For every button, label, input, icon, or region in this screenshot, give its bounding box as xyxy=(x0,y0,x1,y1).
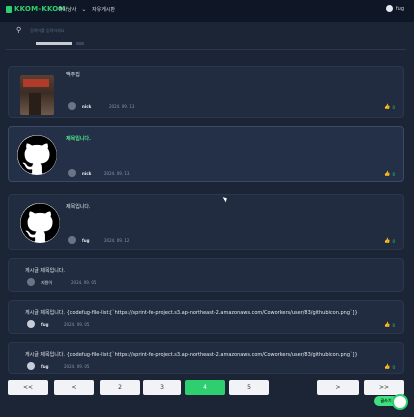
search-icon[interactable]: ⚲ xyxy=(16,26,21,34)
photo-door xyxy=(29,93,41,115)
post-title[interactable]: 맥주집 xyxy=(66,71,80,78)
post-author: fug xyxy=(82,238,90,243)
post-date: 2024. 09. 13 xyxy=(104,171,130,176)
nav-link-free-board[interactable]: 자유게시판 xyxy=(92,6,115,13)
like-count-value: 0 xyxy=(392,104,395,110)
team-dropdown-label: 여사냥사 xyxy=(58,7,77,13)
like-count-value: 0 xyxy=(392,238,395,244)
write-post-fab[interactable]: 글쓰기 xyxy=(372,394,408,414)
post-card[interactable]: 맥주집 nick 2024. 09. 13 👍 0 xyxy=(8,66,404,118)
logo[interactable]: KKOM-KKOM xyxy=(6,5,66,13)
avatar xyxy=(68,169,76,177)
post-date: 2024. 09. 05 xyxy=(64,322,90,327)
search-area: ⚲ 검색어를 입력하세요 xyxy=(0,22,414,52)
like-count-value: 0 xyxy=(392,322,395,328)
team-dropdown[interactable]: 여사냥사 ⌄ xyxy=(58,6,86,13)
user-menu[interactable]: fug xyxy=(385,5,404,12)
post-thumbnail-photo xyxy=(20,75,54,115)
avatar xyxy=(27,362,35,370)
user-avatar-icon xyxy=(385,5,393,12)
post-author: fug xyxy=(41,322,49,327)
like-count[interactable]: 👍 0 xyxy=(384,364,395,370)
page: KKOM-KKOM 여사냥사 ⌄ 자유게시판 fug ⚲ 검색어를 입력하세요 … xyxy=(0,0,414,417)
avatar xyxy=(27,278,35,286)
last-page-button[interactable]: >> xyxy=(364,380,404,395)
page-button[interactable]: 5 xyxy=(229,380,269,395)
post-author: fug xyxy=(41,364,49,369)
post-date: 2024. 09. 05 xyxy=(71,280,97,285)
post-card[interactable]: 제목입니다. nick 2024. 09. 13 👍 0 xyxy=(8,126,404,182)
post-date: 2024. 09. 05 xyxy=(64,364,90,369)
scroll-indicator-track xyxy=(76,42,84,45)
post-author: 지원이 xyxy=(41,280,53,285)
post-title[interactable]: 게시글 제목입니다. xyxy=(25,267,65,274)
user-name: fug xyxy=(395,5,404,12)
post-author: nick xyxy=(82,171,92,176)
like-count-value: 0 xyxy=(392,171,395,177)
thumbs-up-icon: 👍 xyxy=(384,104,391,110)
thumbs-up-icon: 👍 xyxy=(384,171,391,177)
post-card[interactable]: 게시글 제목입니다. {codefug-file-list:[`https://… xyxy=(8,342,404,374)
page-button-active[interactable]: 4 xyxy=(185,380,225,395)
thumbs-up-icon: 👍 xyxy=(384,322,391,328)
avatar xyxy=(27,320,35,328)
post-date: 2024. 09. 13 xyxy=(109,104,135,109)
thumbs-up-icon: 👍 xyxy=(384,238,391,244)
avatar xyxy=(68,236,76,244)
like-count-value: 0 xyxy=(392,364,395,370)
post-title[interactable]: 제목입니다. xyxy=(66,135,91,142)
divider xyxy=(6,49,406,50)
github-icon xyxy=(20,203,60,243)
post-author: nick xyxy=(82,104,92,109)
pagination: << < 2 3 4 5 > >> xyxy=(0,380,414,400)
chevron-down-icon: ⌄ xyxy=(81,6,87,13)
post-title[interactable]: 제목입니다. xyxy=(66,203,91,210)
photo-sign xyxy=(23,79,49,87)
post-date: 2024. 09. 12 xyxy=(104,238,130,243)
post-title[interactable]: 게시글 제목입니다. {codefug-file-list:[`https://… xyxy=(25,351,385,358)
post-title[interactable]: 게시글 제목입니다. {codefug-file-list:[`https://… xyxy=(25,309,385,316)
like-count[interactable]: 👍 0 xyxy=(384,104,395,110)
prev-page-button[interactable]: < xyxy=(54,380,94,395)
search-input[interactable]: 검색어를 입력하세요 xyxy=(30,28,64,34)
next-page-button[interactable]: > xyxy=(317,380,359,395)
github-icon xyxy=(17,135,57,175)
post-card[interactable]: 게시글 제목입니다. 지원이 2024. 09. 05 xyxy=(8,258,404,292)
like-count[interactable]: 👍 0 xyxy=(384,238,395,244)
like-count[interactable]: 👍 0 xyxy=(384,322,395,328)
thumbs-up-icon: 👍 xyxy=(384,364,391,370)
scroll-indicator xyxy=(36,42,72,45)
first-page-button[interactable]: << xyxy=(8,380,48,395)
fab-circle-icon xyxy=(392,394,408,410)
post-card[interactable]: 제목입니다. fug 2024. 09. 12 👍 0 xyxy=(8,194,404,250)
page-button[interactable]: 3 xyxy=(143,380,181,395)
logo-mark-icon xyxy=(6,5,12,13)
top-navigation-bar: KKOM-KKOM 여사냥사 ⌄ 자유게시판 fug xyxy=(0,0,414,22)
avatar xyxy=(68,102,76,110)
page-button[interactable]: 2 xyxy=(100,380,140,395)
like-count[interactable]: 👍 0 xyxy=(384,171,395,177)
post-card[interactable]: 게시글 제목입니다. {codefug-file-list:[`https://… xyxy=(8,300,404,334)
